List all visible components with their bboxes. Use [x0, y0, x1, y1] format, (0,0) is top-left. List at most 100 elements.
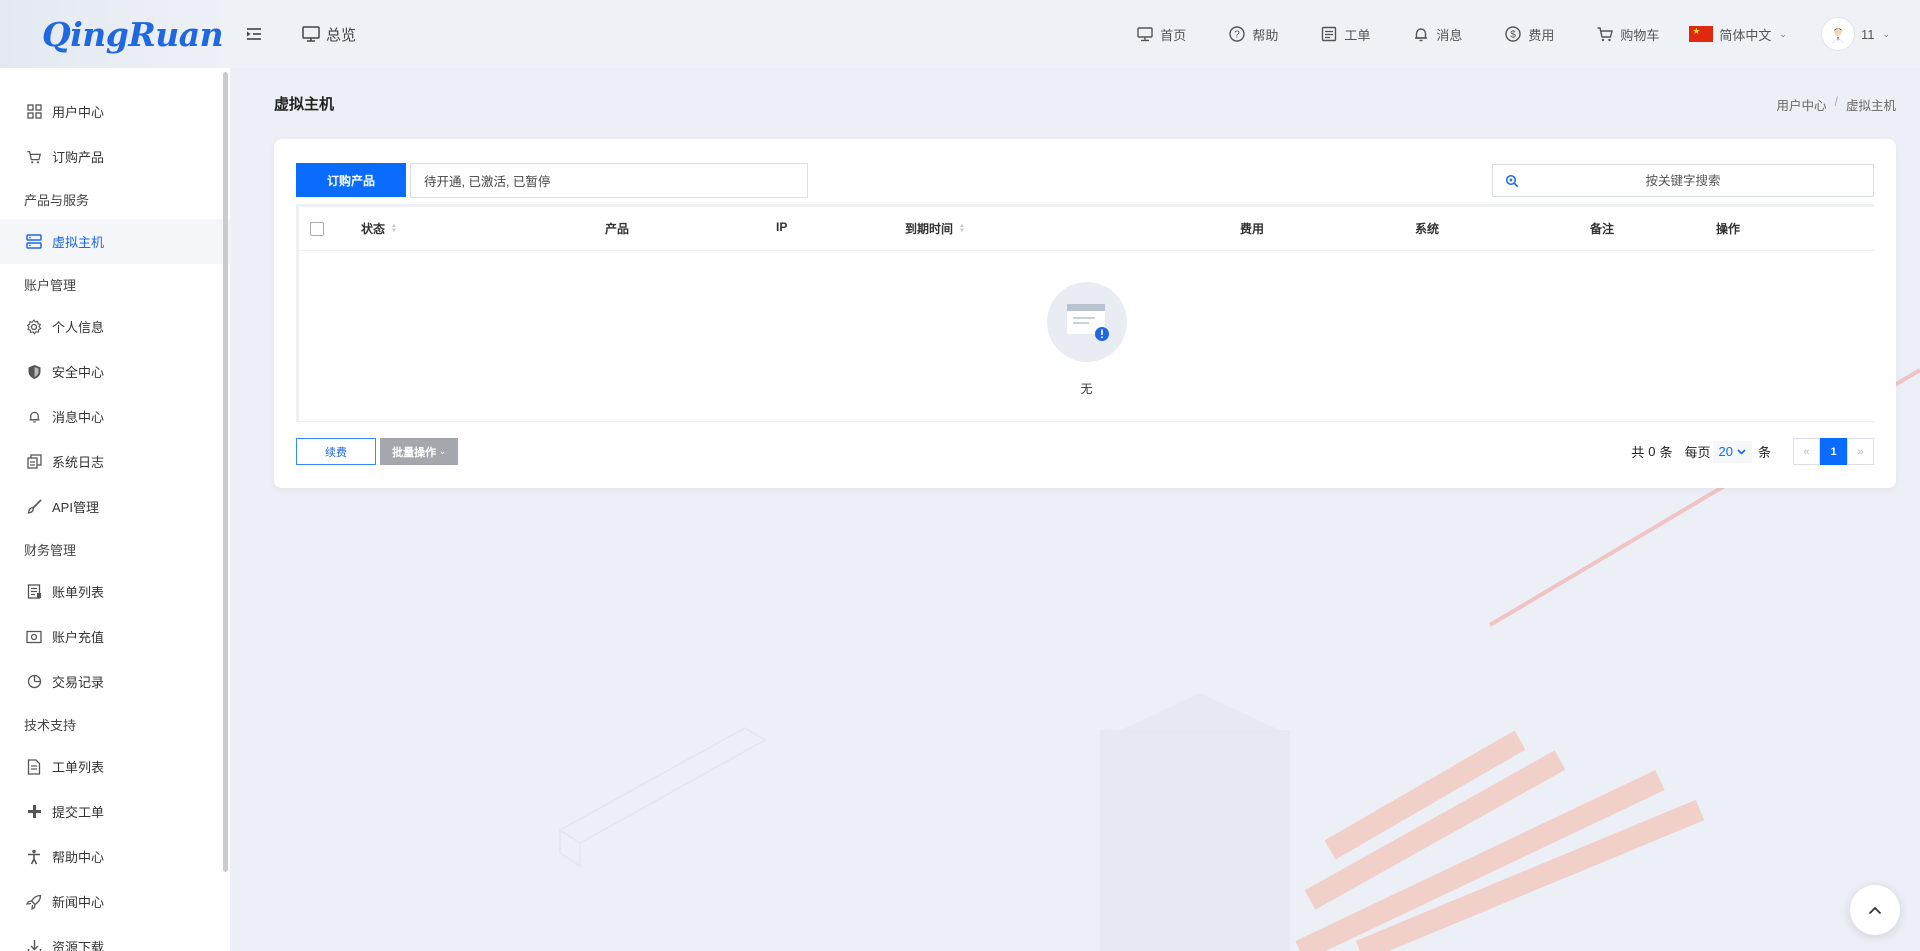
sidebar-item-submit-ticket[interactable]: 提交工单: [0, 789, 230, 834]
column-header-ip: IP: [776, 220, 787, 234]
sidebar-item-label: 安全中心: [52, 365, 105, 380]
brush-icon: [27, 499, 42, 514]
sidebar-item-transaction-records[interactable]: 交易记录: [0, 659, 230, 704]
nav-home-label: 首页: [1160, 27, 1187, 43]
sidebar-group-products: 产品与服务: [24, 192, 90, 208]
gear-icon: [26, 318, 42, 335]
document-icon: [27, 758, 41, 775]
batch-operation-button[interactable]: 批量操作 ⌄: [380, 438, 458, 465]
nav-help[interactable]: ? 帮助: [1228, 25, 1278, 44]
svg-text:$: $: [1511, 30, 1517, 41]
back-to-top-button[interactable]: [1850, 885, 1900, 935]
language-label: 简体中文: [1719, 27, 1772, 43]
prev-page-button[interactable]: «: [1793, 438, 1820, 465]
language-selector[interactable]: 简体中文 ⌄: [1689, 25, 1787, 44]
column-header-label: 到期时间: [905, 222, 954, 236]
chevron-down-icon: ⌄: [1882, 28, 1890, 39]
overview-label: 总览: [326, 26, 357, 44]
search-input[interactable]: [1493, 165, 1873, 196]
page-number-button[interactable]: 1: [1820, 438, 1847, 465]
column-header-label: 备注: [1590, 222, 1615, 236]
sidebar-item-label: 提交工单: [52, 805, 105, 820]
page-size-value: 20: [1718, 444, 1733, 459]
pagination: 共 0 条 每页 20 条 « 1 »: [1631, 438, 1874, 465]
bell-icon: [29, 411, 39, 423]
empty-state-text: 无: [1080, 382, 1093, 396]
sidebar-item-message-center[interactable]: 消息中心: [0, 394, 230, 439]
sidebar-toggle-button[interactable]: [242, 22, 266, 46]
nav-cost[interactable]: $ 费用: [1504, 25, 1554, 44]
sidebar-item-label: 新闻中心: [52, 895, 105, 910]
monitor-icon: [1137, 27, 1153, 42]
status-filter-select[interactable]: 待开通, 已激活, 已暂停: [410, 163, 808, 198]
nav-ticket[interactable]: 工单: [1320, 25, 1370, 44]
order-product-button[interactable]: 订购产品: [296, 163, 406, 197]
download-icon: [27, 940, 41, 951]
sidebar-item-personal-info[interactable]: 个人信息: [0, 304, 230, 349]
pie-icon: [27, 674, 41, 689]
table-header: 状态 ▲ ▼ 产品 IP 到期时间 ▲ ▼ 费用 系统 备注 操作: [299, 207, 1874, 251]
product-table: 状态 ▲ ▼ 产品 IP 到期时间 ▲ ▼ 费用 系统 备注 操作 无: [296, 204, 1874, 422]
nav-messages[interactable]: 消息: [1412, 25, 1462, 44]
sidebar-item-label: 资源下载: [52, 940, 105, 951]
sidebar-item-help-center[interactable]: 帮助中心: [0, 834, 230, 879]
column-header-label: 费用: [1240, 222, 1265, 236]
column-header-product: 产品: [605, 220, 629, 237]
sort-icon: ▲ ▼: [391, 222, 397, 234]
sidebar-item-label: 账单列表: [52, 585, 105, 600]
sidebar-item-security-center[interactable]: 安全中心: [0, 349, 230, 394]
search-box: [1492, 164, 1874, 197]
product-list-card: 订购产品 待开通, 已激活, 已暂停 状态 ▲▼ 产品 IP 到期时间 ▲▼ 费…: [274, 139, 1896, 488]
sidebar-item-account-recharge[interactable]: 账户充值: [0, 614, 230, 659]
column-header-status[interactable]: 状态 ▲ ▼: [361, 220, 397, 237]
sidebar-group-finance: 财务管理: [24, 542, 77, 558]
per-page-label: 每页: [1684, 445, 1711, 460]
grid-icon: [26, 104, 42, 119]
column-header-expiry[interactable]: 到期时间 ▲ ▼: [905, 220, 965, 237]
sidebar-scrollbar[interactable]: [223, 72, 228, 872]
sidebar-item-label: 账户充值: [52, 630, 105, 645]
sidebar-item-downloads[interactable]: 资源下载: [0, 924, 230, 951]
svg-text:?: ?: [1235, 30, 1241, 41]
nav-cost-label: 费用: [1528, 27, 1555, 43]
overview-button[interactable]: 总览: [302, 24, 356, 45]
select-all-checkbox[interactable]: [310, 222, 324, 236]
column-header-actions: 操作: [1716, 220, 1740, 237]
user-menu[interactable]: 11 ⌄: [1820, 17, 1890, 51]
sidebar-item-label: API管理: [52, 500, 99, 515]
sidebar-item-system-log[interactable]: 系统日志: [0, 439, 230, 484]
nav-cart[interactable]: 购物车: [1596, 25, 1659, 44]
sidebar-item-label: 虚拟主机: [52, 235, 105, 250]
shield-icon: [28, 364, 40, 379]
sidebar-item-order-product[interactable]: 订购产品: [0, 134, 230, 179]
column-header-label: 产品: [605, 222, 630, 236]
breadcrumb-item-current: 虚拟主机: [1845, 99, 1896, 113]
empty-data-icon: [1046, 282, 1127, 362]
sidebar-group-support: 技术支持: [24, 717, 77, 733]
sidebar-item-virtual-host[interactable]: 虚拟主机: [0, 219, 230, 264]
bell-icon: [1415, 28, 1428, 42]
nav-ticket-label: 工单: [1344, 27, 1371, 43]
column-header-notes: 备注: [1590, 220, 1614, 237]
sidebar-group-account: 账户管理: [24, 277, 77, 293]
ticket-icon: [1322, 26, 1337, 42]
sidebar-item-label: 用户中心: [52, 105, 105, 120]
page-size-select[interactable]: 20: [1712, 440, 1752, 463]
sidebar-item-bill-list[interactable]: 账单列表: [0, 569, 230, 614]
breadcrumb-item[interactable]: 用户中心: [1776, 95, 1826, 114]
brand-logo[interactable]: QingRuan: [0, 0, 230, 68]
bill-icon: [27, 584, 41, 599]
sidebar-item-label: 消息中心: [52, 410, 105, 425]
sidebar-item-api-management[interactable]: API管理: [0, 484, 230, 529]
renew-button[interactable]: 续费: [296, 438, 376, 465]
chevron-down-icon: ⌄: [1779, 28, 1787, 39]
nav-home[interactable]: 首页: [1136, 25, 1186, 44]
next-page-button[interactable]: »: [1847, 438, 1874, 465]
sidebar-item-user-center[interactable]: 用户中心: [0, 89, 230, 134]
chevron-down-icon: [1737, 448, 1746, 455]
breadcrumb: 用户中心 / 虚拟主机: [1776, 95, 1896, 114]
sidebar-item-label: 帮助中心: [52, 850, 105, 865]
sidebar-item-label: 交易记录: [52, 675, 105, 690]
sidebar-item-ticket-list[interactable]: 工单列表: [0, 744, 230, 789]
sidebar-item-news-center[interactable]: 新闻中心: [0, 879, 230, 924]
